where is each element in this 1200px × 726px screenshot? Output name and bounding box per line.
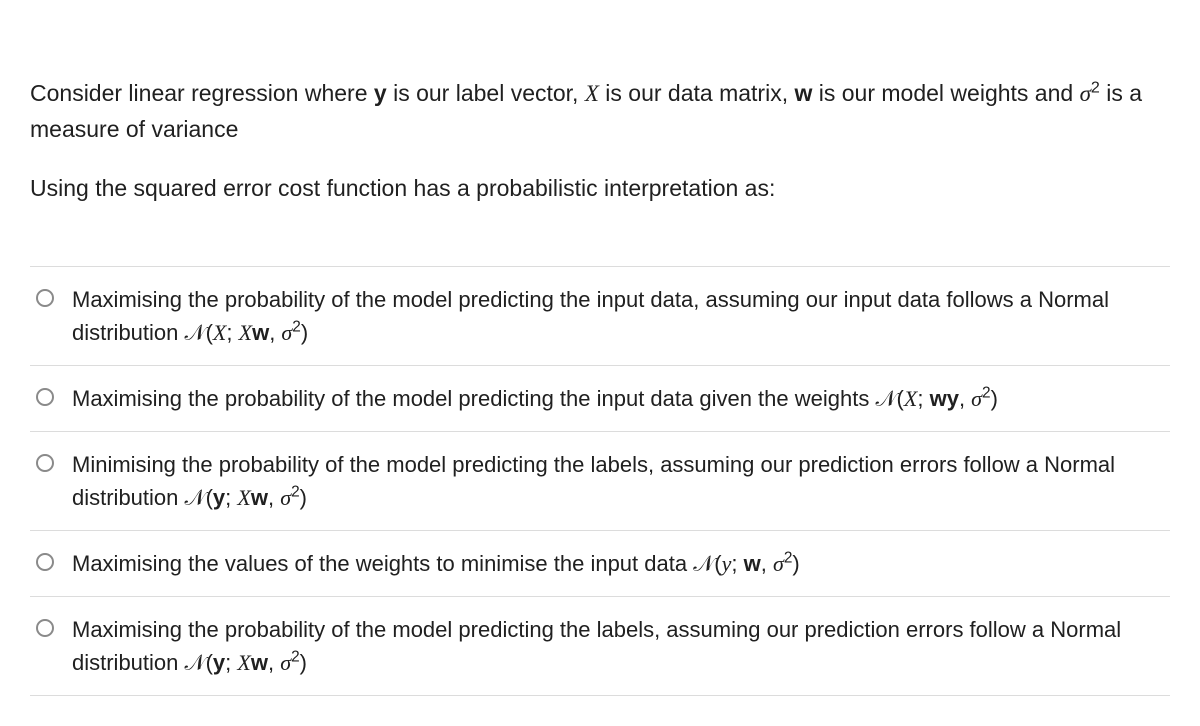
question-page: Consider linear regression where y is ou… [0,0,1200,726]
option-2[interactable]: Maximising the probability of the model … [30,366,1170,432]
option-3[interactable]: Minimising the probability of the model … [30,432,1170,531]
option-2-text: Maximising the probability of the model … [72,382,1164,415]
option-5-text: Maximising the probability of the model … [72,613,1164,679]
sym-sigma: σ [1080,81,1091,106]
option-1[interactable]: Maximising the probability of the model … [30,267,1170,366]
option-3-text: Minimising the probability of the model … [72,448,1164,514]
option-4-text: Maximising the values of the weights to … [72,547,1164,580]
question-stem: Consider linear regression where y is ou… [30,76,1170,147]
radio-icon[interactable] [36,289,54,307]
sym-y: y [374,80,387,106]
question-prompt: Using the squared error cost function ha… [30,171,1170,206]
sym-two: 2 [1091,78,1100,96]
sym-w: w [794,80,812,106]
sym-X: X [585,81,599,106]
option-4[interactable]: Maximising the values of the weights to … [30,531,1170,597]
stem-text-1: Consider linear regression where [30,80,374,106]
option-1-text: Maximising the probability of the model … [72,283,1164,349]
stem-text-4: is our model weights and [812,80,1079,106]
stem-text-3: is our data matrix, [599,80,795,106]
option-5[interactable]: Maximising the probability of the model … [30,597,1170,696]
stem-text-2: is our label vector, [387,80,585,106]
radio-icon[interactable] [36,553,54,571]
radio-icon[interactable] [36,619,54,637]
options-list: Maximising the probability of the model … [30,266,1170,696]
radio-icon[interactable] [36,454,54,472]
radio-icon[interactable] [36,388,54,406]
